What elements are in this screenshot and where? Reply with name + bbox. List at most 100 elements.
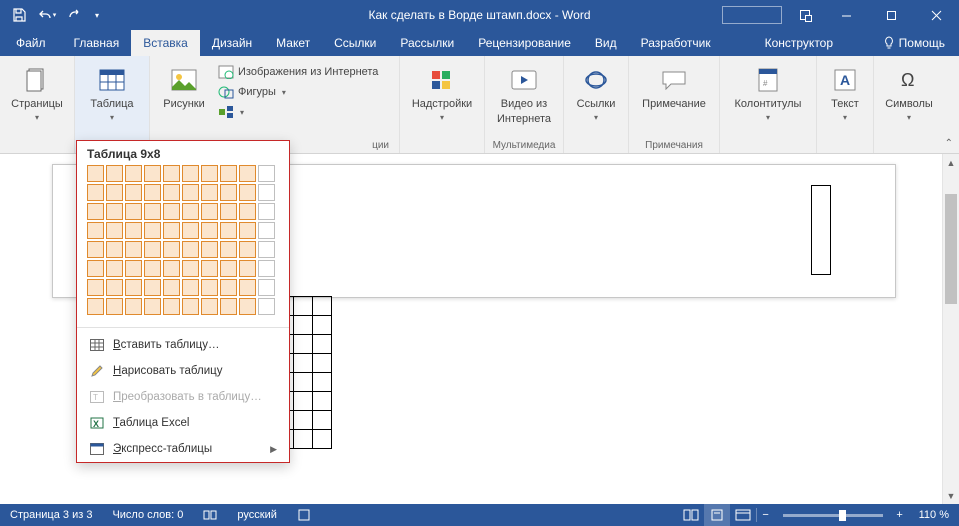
- shapes-button[interactable]: Фигуры ▾: [216, 82, 380, 102]
- grid-cell[interactable]: [106, 241, 123, 258]
- vertical-scrollbar[interactable]: ▲ ▼: [942, 154, 959, 504]
- table-button[interactable]: Таблица ▾: [81, 60, 143, 122]
- grid-cell[interactable]: [106, 203, 123, 220]
- scroll-down-button[interactable]: ▼: [943, 487, 959, 504]
- print-layout-button[interactable]: [704, 504, 730, 526]
- grid-cell[interactable]: [144, 203, 161, 220]
- grid-cell[interactable]: [163, 184, 180, 201]
- close-button[interactable]: [914, 0, 959, 30]
- grid-cell[interactable]: [220, 279, 237, 296]
- grid-cell[interactable]: [125, 165, 142, 182]
- grid-cell[interactable]: [258, 279, 275, 296]
- text-button[interactable]: A Текст ▾: [823, 60, 867, 122]
- insert-table-item[interactable]: Вставить таблицу…: [77, 332, 289, 358]
- grid-cell[interactable]: [87, 241, 104, 258]
- online-pictures-button[interactable]: Изображения из Интернета: [216, 62, 380, 82]
- grid-cell[interactable]: [144, 241, 161, 258]
- collapse-ribbon-button[interactable]: ⌃: [945, 138, 953, 149]
- grid-cell[interactable]: [163, 260, 180, 277]
- track-changes-status[interactable]: [287, 509, 321, 521]
- grid-cell[interactable]: [258, 260, 275, 277]
- tab-developer[interactable]: Разработчик: [629, 30, 723, 56]
- grid-cell[interactable]: [125, 260, 142, 277]
- grid-cell[interactable]: [201, 298, 218, 315]
- grid-cell[interactable]: [125, 279, 142, 296]
- scroll-thumb[interactable]: [945, 194, 957, 304]
- grid-cell[interactable]: [201, 222, 218, 239]
- grid-cell[interactable]: [239, 203, 256, 220]
- smartart-button[interactable]: ▾: [216, 102, 380, 122]
- grid-cell[interactable]: [87, 279, 104, 296]
- grid-cell[interactable]: [87, 184, 104, 201]
- grid-cell[interactable]: [125, 222, 142, 239]
- grid-cell[interactable]: [182, 298, 199, 315]
- maximize-button[interactable]: [869, 0, 914, 30]
- grid-cell[interactable]: [125, 184, 142, 201]
- grid-cell[interactable]: [201, 260, 218, 277]
- grid-cell[interactable]: [163, 241, 180, 258]
- grid-cell[interactable]: [106, 222, 123, 239]
- grid-cell[interactable]: [220, 222, 237, 239]
- grid-cell[interactable]: [258, 184, 275, 201]
- pictures-button[interactable]: Рисунки: [156, 60, 212, 122]
- grid-cell[interactable]: [220, 241, 237, 258]
- tab-file[interactable]: Файл: [0, 30, 62, 56]
- grid-cell[interactable]: [258, 165, 275, 182]
- grid-cell[interactable]: [125, 241, 142, 258]
- header-footer-button[interactable]: # Колонтитулы ▾: [726, 60, 810, 122]
- grid-cell[interactable]: [163, 203, 180, 220]
- grid-cell[interactable]: [106, 298, 123, 315]
- zoom-in-button[interactable]: +: [891, 509, 909, 521]
- grid-cell[interactable]: [144, 184, 161, 201]
- grid-cell[interactable]: [87, 203, 104, 220]
- grid-cell[interactable]: [258, 241, 275, 258]
- tab-review[interactable]: Рецензирование: [466, 30, 583, 56]
- grid-cell[interactable]: [163, 279, 180, 296]
- grid-cell[interactable]: [144, 222, 161, 239]
- grid-cell[interactable]: [258, 203, 275, 220]
- grid-cell[interactable]: [163, 165, 180, 182]
- tab-layout[interactable]: Макет: [264, 30, 322, 56]
- tab-home[interactable]: Главная: [62, 30, 132, 56]
- grid-cell[interactable]: [87, 222, 104, 239]
- addins-button[interactable]: Надстройки ▾: [406, 60, 478, 122]
- save-button[interactable]: [6, 2, 32, 28]
- grid-cell[interactable]: [144, 165, 161, 182]
- grid-cell[interactable]: [239, 241, 256, 258]
- quick-tables-item[interactable]: Экспресс-таблицы ▶: [77, 436, 289, 462]
- online-video-button[interactable]: Видео из Интернета: [491, 60, 557, 126]
- tab-insert[interactable]: Вставка: [131, 30, 200, 56]
- account-area[interactable]: [722, 6, 782, 24]
- tell-me-button[interactable]: Помощь: [869, 36, 959, 50]
- ribbon-display-options-button[interactable]: [792, 2, 818, 28]
- grid-cell[interactable]: [201, 184, 218, 201]
- grid-cell[interactable]: [201, 203, 218, 220]
- grid-cell[interactable]: [163, 298, 180, 315]
- redo-button[interactable]: [62, 2, 88, 28]
- tab-constructor[interactable]: Конструктор: [753, 30, 845, 56]
- pages-button[interactable]: Страницы ▾: [6, 60, 68, 122]
- grid-cell[interactable]: [182, 260, 199, 277]
- minimize-button[interactable]: [824, 0, 869, 30]
- grid-cell[interactable]: [258, 222, 275, 239]
- tab-view[interactable]: Вид: [583, 30, 629, 56]
- grid-cell[interactable]: [182, 222, 199, 239]
- grid-cell[interactable]: [106, 260, 123, 277]
- table-grid-picker[interactable]: [77, 165, 289, 323]
- grid-cell[interactable]: [239, 184, 256, 201]
- doc-shape[interactable]: [811, 185, 831, 275]
- grid-cell[interactable]: [239, 279, 256, 296]
- grid-cell[interactable]: [87, 260, 104, 277]
- zoom-out-button[interactable]: −: [757, 509, 775, 521]
- grid-cell[interactable]: [163, 222, 180, 239]
- grid-cell[interactable]: [144, 260, 161, 277]
- grid-cell[interactable]: [220, 260, 237, 277]
- zoom-handle[interactable]: [839, 510, 846, 521]
- grid-cell[interactable]: [239, 298, 256, 315]
- read-mode-button[interactable]: [678, 504, 704, 526]
- scroll-up-button[interactable]: ▲: [943, 154, 959, 171]
- tab-mailings[interactable]: Рассылки: [388, 30, 466, 56]
- grid-cell[interactable]: [182, 241, 199, 258]
- grid-cell[interactable]: [125, 203, 142, 220]
- page-number-status[interactable]: Страница 3 из 3: [0, 509, 102, 521]
